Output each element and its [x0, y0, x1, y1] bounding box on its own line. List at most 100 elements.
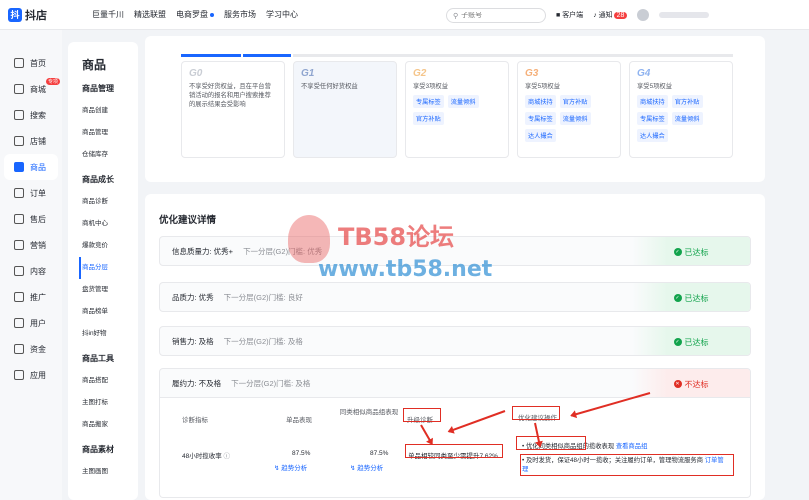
- col-header: 同类相似商品组表现: [339, 409, 399, 416]
- subnav-link[interactable]: 抖in好物: [82, 323, 138, 345]
- sidebar-item-label: 搜索: [30, 110, 46, 120]
- annotation-box: [405, 444, 503, 458]
- sidebar-item-home[interactable]: 首页: [0, 50, 62, 76]
- subnav-link[interactable]: 爆款竞价: [82, 235, 138, 257]
- sidebar-item-user[interactable]: 用户: [0, 310, 62, 336]
- trend-link[interactable]: ↯ 趋势分析: [350, 462, 383, 472]
- check-icon: ✓: [673, 338, 682, 346]
- logo-text: 抖店: [25, 9, 47, 22]
- phone-icon: ■: [556, 12, 561, 19]
- promotion-icon: [14, 292, 24, 302]
- row-threshold: 下一分层(G2)门槛: 及格: [223, 336, 303, 346]
- status-text: 不达标: [684, 379, 709, 389]
- trend-link-label: 趋势分析: [281, 465, 308, 472]
- top-nav-item[interactable]: 学习中心: [266, 9, 298, 20]
- sidebar-item-label: 资金: [30, 344, 46, 354]
- top-nav-item[interactable]: 电商罗盘: [176, 9, 214, 20]
- notice-button[interactable]: ♪ 通知 28: [593, 10, 628, 20]
- row-label: 销售力: 及格: [172, 336, 214, 346]
- tier-g3: G3 享受5项权益 商城扶持 官方补贴 专属标签 流量倾斜 达人撮合: [517, 61, 621, 158]
- dimension-row-info[interactable]: 信息质量力: 优秀+ 下一分层(G2)门槛: 优秀 ✓ 已达标: [159, 236, 751, 266]
- annotation-box: [520, 454, 734, 476]
- client-label: 客户端: [562, 12, 584, 19]
- view-group-link[interactable]: 查看商品组: [616, 443, 647, 450]
- subnav-link[interactable]: 商品创建: [82, 100, 138, 122]
- client-button[interactable]: ■ 客户端: [556, 10, 583, 20]
- status-badge: ✓ 已达标: [632, 283, 750, 311]
- tier-g0: G0 不享受好货权益，且在平台营销活动的报名和用户搜索推荐的展示结果会受影响: [181, 61, 285, 158]
- sidebar-item-store[interactable]: 店铺: [0, 128, 62, 154]
- sidebar-item-product[interactable]: 商品: [4, 154, 58, 180]
- user-name[interactable]: [659, 12, 710, 18]
- sidebar-item-content[interactable]: 内容: [0, 258, 62, 284]
- subnav-link[interactable]: 商品管理: [82, 122, 138, 144]
- subnav-link[interactable]: 商品榜单: [82, 301, 138, 323]
- row-threshold: 下一分层(G2)门槛: 良好: [223, 292, 303, 302]
- subnav-link[interactable]: 商机中心: [82, 213, 138, 235]
- top-nav-item[interactable]: 巨量千川: [92, 9, 124, 20]
- row-label: 履约力: 不及格: [172, 378, 222, 388]
- help-icon[interactable]: ⓘ: [224, 453, 231, 460]
- col-header: 诊断指标: [182, 417, 208, 424]
- top-right-tools: ■ 客户端 ♪ 通知 28: [556, 9, 710, 21]
- tier-desc: 不享受好货权益，且在平台营销活动的报名和用户搜索推荐的展示结果会受影响: [189, 83, 271, 108]
- sidebar-item-mall[interactable]: 商城 专项: [0, 76, 62, 102]
- avatar[interactable]: [637, 9, 650, 21]
- subnav-link[interactable]: 商品诊断: [82, 191, 138, 213]
- funds-icon: [14, 344, 24, 354]
- sidebar-item-label: 首页: [30, 58, 46, 68]
- section-title: 优化建议详情: [159, 215, 217, 226]
- search-input[interactable]: [461, 12, 542, 19]
- trend-link[interactable]: ↯ 趋势分析: [274, 462, 307, 472]
- sidebar-item-label: 推广: [30, 292, 46, 302]
- subnav-link[interactable]: 主图打标: [82, 392, 138, 414]
- subnav-link[interactable]: 商品搬家: [82, 414, 138, 436]
- sidebar-item-label: 应用: [30, 370, 46, 380]
- search-icon: ⚲: [453, 12, 459, 20]
- tier-progress: [181, 54, 733, 57]
- sidebar-item-aftersale[interactable]: 售后: [0, 206, 62, 232]
- sidebar-item-marketing[interactable]: 营销: [0, 232, 62, 258]
- sidebar-item-search[interactable]: 搜索: [0, 102, 62, 128]
- mall-icon: [14, 84, 24, 94]
- notice-count-badge: 28: [613, 12, 628, 19]
- sidebar-item-order[interactable]: 订单: [0, 180, 62, 206]
- benefit-tag: 流量倾斜: [559, 112, 591, 125]
- subnav-link[interactable]: 商品搭配: [82, 370, 138, 392]
- sidebar: 首页 商城 专项 搜索 店铺 商品 订单 售后 营销 内容 推广 用户 资金 应用: [0, 30, 62, 500]
- metric-name: 48小时揽收率 ⓘ: [182, 450, 230, 460]
- annotation-box: [403, 408, 441, 422]
- sidebar-item-apps[interactable]: 应用: [0, 362, 62, 388]
- logo[interactable]: 抖 抖店: [8, 7, 78, 23]
- subnav-link[interactable]: 主图画图: [82, 461, 138, 483]
- product-icon: [14, 162, 24, 172]
- progress-done: [243, 54, 291, 57]
- sidebar-item-label: 营销: [30, 240, 46, 250]
- progress-done: [181, 54, 241, 57]
- tier-g4: G4 享受5项权益 商城扶持 官方补贴 专属标签 流量倾斜 达人撮合: [629, 61, 733, 158]
- sidebar-item-label: 内容: [30, 266, 46, 276]
- search-box[interactable]: ⚲: [446, 8, 546, 23]
- subnav-group: 商品成长: [82, 175, 114, 184]
- row-label: 信息质量力: 优秀+: [172, 246, 234, 256]
- benefit-tag: 达人撮合: [637, 129, 668, 142]
- dimension-row-quality[interactable]: 品质力: 优秀 下一分层(G2)门槛: 良好 ✓ 已达标: [159, 282, 751, 312]
- top-nav-item[interactable]: 精选联盟: [134, 9, 166, 20]
- tier-name: G4: [637, 68, 651, 79]
- order-icon: [14, 188, 24, 198]
- tier-list: G0 不享受好货权益，且在平台营销活动的报名和用户搜索推荐的展示结果会受影响 G…: [181, 61, 733, 158]
- top-nav-item[interactable]: 服务市场: [224, 9, 256, 20]
- benefit-tag: 专属标签: [413, 95, 444, 108]
- metric-label: 48小时揽收率: [182, 453, 222, 460]
- benefit-tag: 商城扶持: [637, 95, 668, 108]
- subnav-link[interactable]: 仓储库存: [82, 144, 138, 166]
- benefit-tag: 流量倾斜: [671, 112, 703, 125]
- sidebar-item-promotion[interactable]: 推广: [0, 284, 62, 310]
- tier-desc: 不享受任何好货权益: [301, 83, 358, 90]
- sidebar-item-label: 商品: [30, 162, 46, 172]
- subnav-link-active[interactable]: 商品分层: [79, 257, 138, 279]
- group-value: 87.5%: [370, 450, 389, 457]
- sidebar-item-funds[interactable]: 资金: [0, 336, 62, 362]
- subnav-link[interactable]: 盘货管理: [82, 279, 138, 301]
- dimension-row-sales[interactable]: 销售力: 及格 下一分层(G2)门槛: 及格 ✓ 已达标: [159, 326, 751, 356]
